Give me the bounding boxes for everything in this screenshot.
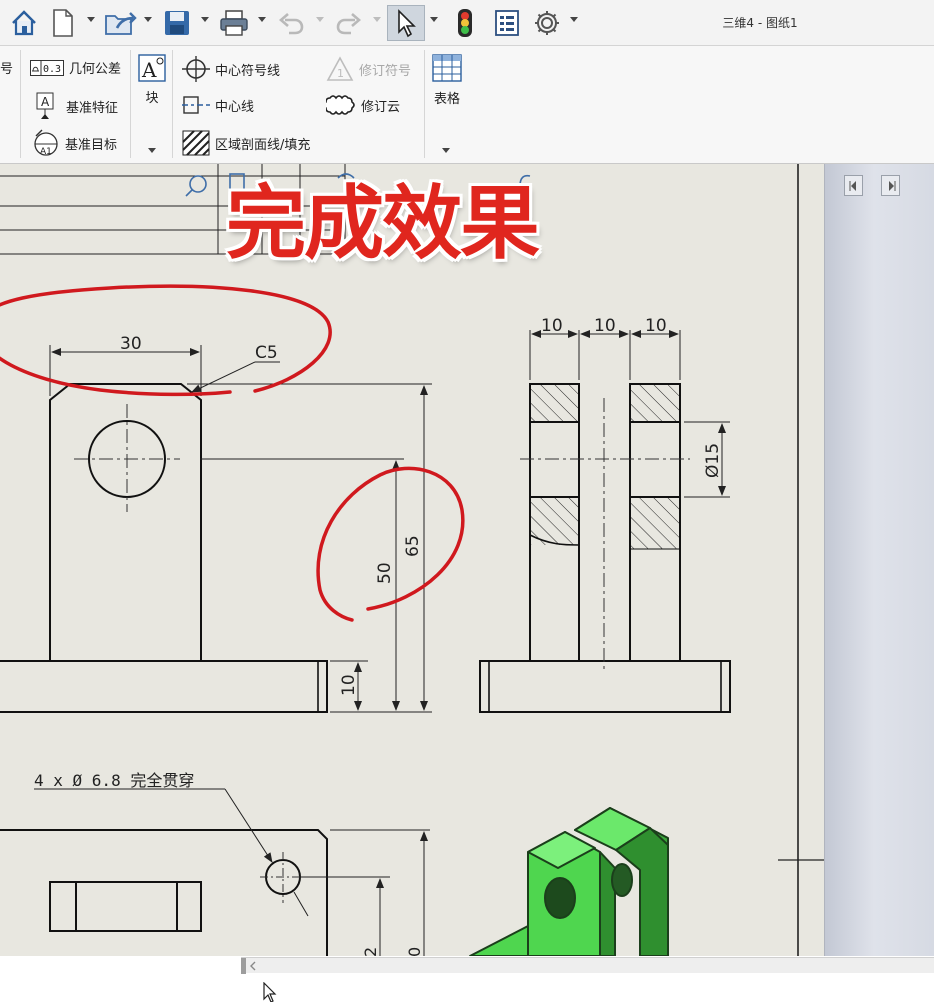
annotation-ribbon: 号 0.3 几何公差 A 基准特征 A1 基准目标 A 块 中心符号线 中心线 …: [0, 46, 934, 164]
save-icon[interactable]: [160, 5, 194, 41]
revision-symbol-icon: 1: [326, 56, 354, 82]
side-dim-right-label: 10: [645, 316, 667, 336]
drawing-views: 30 C5 65 50 10 10 10 10 Ø15 4 x Ø 6.8 完全…: [0, 164, 824, 956]
status-area: [0, 956, 934, 1002]
chevron-down-icon[interactable]: [442, 148, 450, 153]
dimension-50-label: 50: [375, 562, 395, 584]
chevron-down-icon[interactable]: [144, 17, 152, 22]
datum-feature-label: 基准特征: [66, 100, 119, 116]
side-dim-left-label: 10: [541, 316, 563, 336]
centermark-button[interactable]: 中心符号线: [182, 56, 280, 82]
dimension-10-label: 10: [339, 674, 359, 696]
ribbon-partial-label[interactable]: 号: [0, 58, 13, 77]
chevron-down-icon[interactable]: [430, 17, 438, 22]
geometric-tolerance-button[interactable]: 0.3 几何公差: [30, 58, 121, 77]
chevron-down-icon[interactable]: [570, 17, 578, 22]
area-hatch-label: 区域剖面线/填充: [215, 137, 311, 153]
quick-access-toolbar: 三维4 - 图纸1: [0, 0, 934, 46]
isometric-view: [469, 807, 669, 956]
open-icon[interactable]: [102, 5, 138, 41]
hole-callout-label: 4 x Ø 6.8 完全贯穿: [34, 771, 194, 790]
chevron-left-icon: [849, 180, 856, 191]
top-dim-b-label: 0: [405, 947, 424, 956]
chevron-down-icon[interactable]: [201, 17, 209, 22]
undo-icon[interactable]: [274, 5, 308, 41]
chamfer-label: C5: [255, 343, 278, 363]
mouse-cursor-icon: [263, 982, 277, 1002]
revision-symbol-button[interactable]: 1 修订符号: [326, 56, 411, 82]
horizontal-scrollbar[interactable]: [241, 957, 934, 974]
datum-target-button[interactable]: A1 基准目标: [32, 128, 117, 158]
revision-cloud-button[interactable]: 修订云: [326, 93, 400, 117]
centermark-icon: [182, 56, 210, 82]
area-hatch-button[interactable]: 区域剖面线/填充: [182, 130, 310, 156]
top-view-centerlines: [260, 852, 306, 903]
datum-feature-icon: A: [36, 92, 54, 120]
redo-icon[interactable]: [332, 5, 366, 41]
top-view: [0, 829, 328, 956]
scrollbar-thumb[interactable]: [241, 958, 246, 974]
table-icon: [432, 54, 462, 86]
file-properties-icon[interactable]: [490, 5, 524, 41]
block-button[interactable]: A 块: [138, 54, 166, 106]
table-button[interactable]: 表格: [432, 54, 462, 107]
datum-feature-button[interactable]: A 基准特征: [36, 92, 118, 120]
chevron-down-icon[interactable]: [148, 148, 156, 153]
dimension-30-label: 30: [120, 334, 142, 354]
centerline-icon: [182, 93, 210, 117]
geometric-tolerance-label: 几何公差: [69, 62, 122, 77]
dimension-vertical: [187, 383, 432, 713]
side-view: [479, 383, 731, 713]
chevron-down-icon[interactable]: [258, 17, 266, 22]
area-hatch-icon: [182, 130, 210, 156]
home-icon[interactable]: [6, 5, 42, 41]
side-dim-mid-label: 10: [594, 316, 616, 336]
block-label: 块: [145, 91, 159, 106]
svg-text:A: A: [141, 58, 157, 82]
geometric-tolerance-badge: 0.3: [43, 64, 61, 75]
datum-target-badge: A1: [40, 147, 52, 157]
ribbon-separator: [172, 50, 173, 158]
hole-diameter-label: Ø15: [703, 443, 723, 478]
chevron-down-icon[interactable]: [373, 17, 381, 22]
sheet-border: [0, 164, 824, 956]
block-icon: A: [138, 54, 166, 86]
svg-text:A: A: [41, 95, 50, 109]
print-icon[interactable]: [216, 5, 252, 41]
top-dim-a-label: 2: [361, 947, 380, 956]
next-sheet-button[interactable]: [881, 175, 900, 196]
centermark-label: 中心符号线: [215, 63, 281, 79]
rebuild-icon[interactable]: [448, 5, 482, 41]
centerline-button[interactable]: 中心线: [182, 93, 254, 117]
previous-sheet-button[interactable]: [844, 175, 863, 196]
ribbon-separator: [20, 50, 21, 158]
datum-target-label: 基准目标: [65, 137, 118, 153]
centerline-label: 中心线: [215, 99, 255, 115]
chevron-down-icon[interactable]: [87, 17, 95, 22]
datum-target-icon: A1: [32, 128, 60, 158]
table-label: 表格: [433, 92, 460, 107]
geometric-tolerance-icon: 0.3: [30, 59, 64, 76]
chevron-down-icon[interactable]: [316, 17, 324, 22]
overlay-headline: 完成效果: [226, 177, 540, 270]
new-document-icon[interactable]: [48, 5, 78, 41]
scroll-left-icon: [250, 961, 256, 971]
revision-cloud-label: 修订云: [361, 99, 401, 115]
sheet-side-panel: [824, 164, 934, 956]
window-title: 三维4 - 图纸1: [722, 16, 798, 30]
dimension-65-label: 65: [403, 535, 423, 557]
drawing-sheet[interactable]: 30 C5 65 50 10 10 10 10 Ø15 4 x Ø 6.8 完全…: [0, 164, 934, 956]
revision-symbol-label: 修订符号: [359, 63, 412, 79]
svg-text:1: 1: [337, 67, 344, 80]
gear-icon[interactable]: [530, 5, 564, 41]
ribbon-separator: [424, 50, 425, 158]
select-icon[interactable]: [387, 5, 425, 41]
revision-cloud-icon: [326, 93, 356, 117]
front-view: [0, 383, 328, 713]
chevron-right-icon: [888, 180, 895, 191]
ribbon-separator: [130, 50, 131, 158]
